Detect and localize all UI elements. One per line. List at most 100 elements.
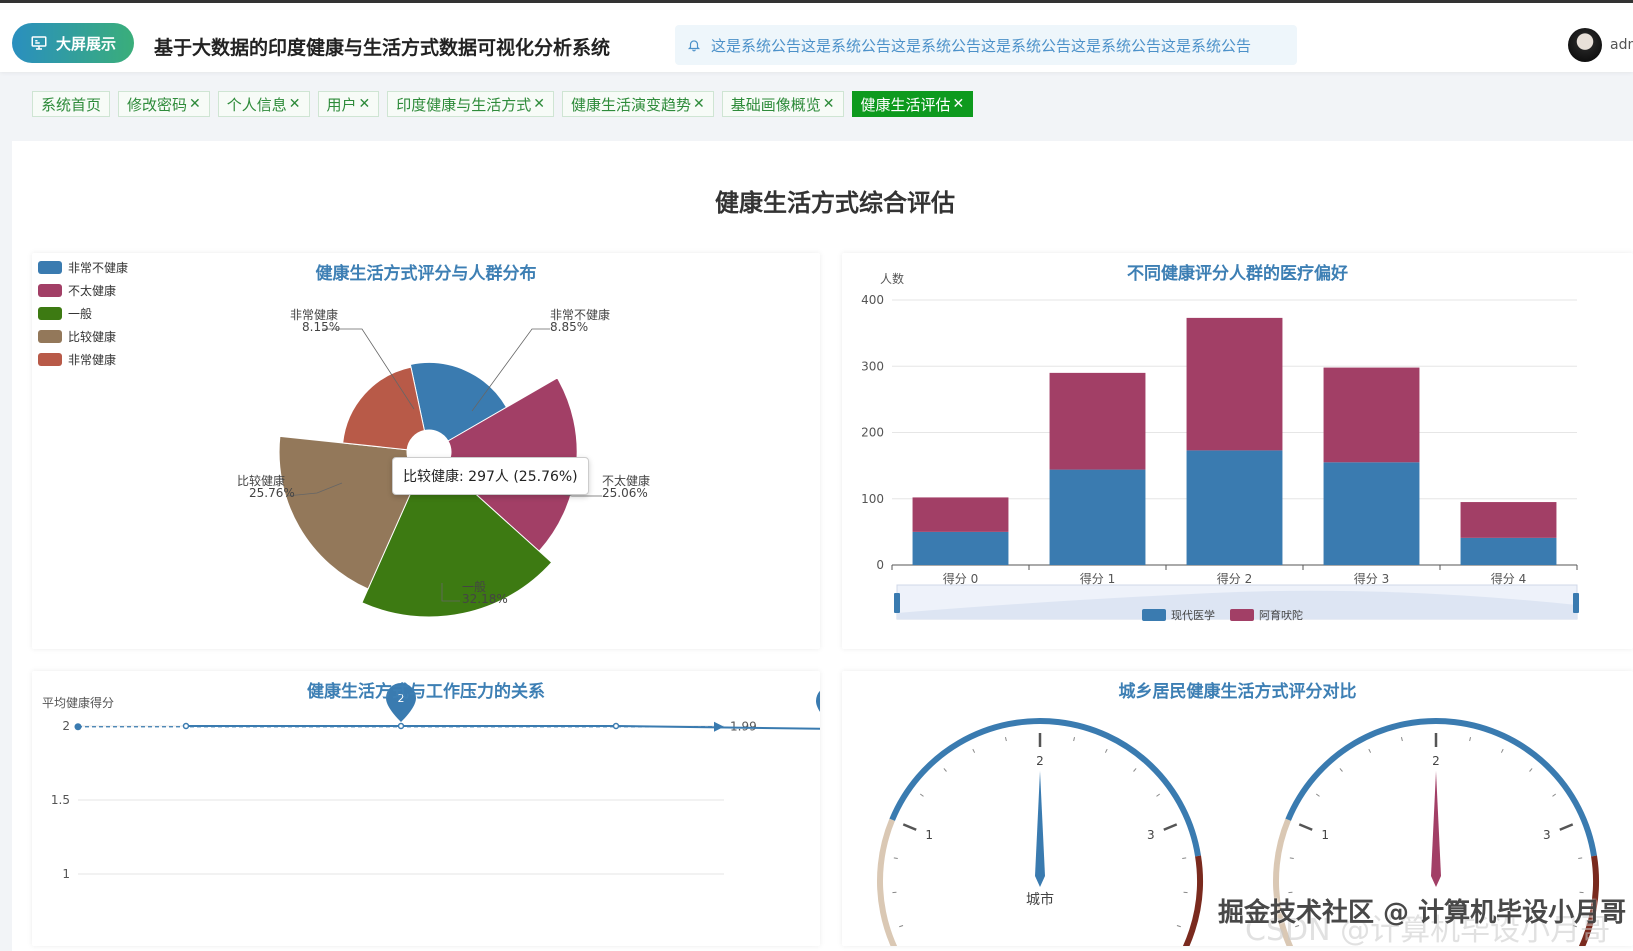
close-icon[interactable]: ✕ — [823, 96, 835, 112]
screen-icon — [31, 36, 47, 50]
gauge-minor-tick — [1469, 736, 1472, 742]
tab-bar: 系统首页 修改密码 ✕ 个人信息 ✕ 用户 ✕ 印度健康与生活方式 ✕ 健康生活演变趋势 ✕ 基础画像… — [32, 91, 974, 117]
tab-3[interactable]: 用户 ✕ — [317, 91, 380, 117]
tab-label: 系统首页 — [41, 95, 102, 114]
tab-6[interactable]: 基础画像概览 ✕ — [721, 91, 844, 117]
rose-chart-title: 健康生活方式评分与人群分布 — [315, 264, 537, 284]
close-icon[interactable]: ✕ — [359, 96, 371, 112]
gauge-minor-tick — [1004, 736, 1007, 742]
legend-item[interactable]: 非常不健康 — [38, 259, 128, 276]
close-icon[interactable]: ✕ — [533, 96, 545, 112]
bar-chart[interactable]: 人数0100200300400得分 0 得分 1 得分 2 得分 3 得分 4现代医学阿… — [842, 253, 1633, 649]
legend-label: 非常不健康 — [68, 261, 129, 275]
legend-swatch — [38, 284, 62, 297]
data-point — [182, 722, 190, 730]
gauge-minor-tick — [1578, 857, 1583, 859]
data-point — [397, 722, 405, 730]
legend-swatch — [38, 307, 62, 320]
close-icon[interactable]: ✕ — [693, 96, 705, 112]
y-tick-label: 0 — [876, 558, 884, 572]
tab-5[interactable]: 健康生活演变趋势 ✕ — [562, 91, 714, 117]
x-tick-label: 得分 3 — [1354, 571, 1389, 586]
gauge-tick-label: 3 — [1543, 828, 1551, 842]
legend-swatch — [38, 353, 62, 366]
legend-item[interactable]: 比较健康 — [38, 328, 116, 345]
legend-label: 非常健康 — [68, 353, 117, 367]
y-tick-label: 100 — [861, 492, 884, 506]
big-screen-button[interactable]: 大屏展示 — [12, 23, 134, 63]
legend-label: 比较健康 — [68, 330, 117, 344]
gauge-minor-tick — [899, 925, 904, 928]
gauge-minor-tick — [1073, 736, 1076, 742]
gauge-minor-tick — [1500, 748, 1504, 753]
tab-label: 印度健康与生活方式 — [396, 95, 532, 114]
bar-segment — [1323, 462, 1420, 565]
tab-label: 健康生活评估 — [860, 95, 951, 114]
gauge-minor-tick — [919, 793, 924, 797]
line-chart-panel: 平均健康得分11.521.9921.98 健康生活方式与工作压力的关系 — [32, 671, 820, 946]
watermark: 掘金技术社区 @ 计算机毕设小月哥 — [1218, 898, 1627, 928]
rose-slice — [342, 366, 426, 451]
rose-chart-panel: 非常健康 8.15% 非常不健康 8.85% 比较健康 25.76% 不太健康 25.06% 一… — [32, 253, 820, 649]
gauge-minor-tick — [1133, 768, 1137, 772]
gauge-tick-label: 1 — [1321, 828, 1329, 842]
legend-item[interactable]: 非常健康 — [38, 351, 116, 368]
legend-item[interactable]: 一般 — [38, 305, 92, 322]
gauge-major-tick — [1163, 823, 1178, 831]
big-screen-label: 大屏展示 — [55, 34, 116, 53]
bar-chart-panel: 人数 0 100 200 300 400 得分 0 得分 1 得分 2 得分 3 得分 4 现代医学阿… — [842, 253, 1633, 649]
tab-label: 修改密码 — [127, 95, 188, 114]
gauge-tick-label: 2 — [1432, 754, 1440, 768]
tab-0[interactable]: 系统首页 — [32, 91, 111, 117]
gauge-band-high — [1182, 855, 1203, 946]
legend-label: 一般 — [68, 307, 93, 321]
legend-item[interactable]: 不太健康 — [38, 282, 116, 299]
bell-icon — [687, 40, 701, 52]
bar-segment — [1460, 502, 1557, 538]
legend-swatch — [38, 330, 62, 343]
gauge-minor-tick — [893, 857, 898, 859]
gauge-minor-tick — [1176, 925, 1181, 928]
close-icon[interactable]: ✕ — [289, 96, 301, 112]
gauge-major-tick — [902, 823, 917, 831]
gauge-minor-tick — [1552, 793, 1557, 797]
close-icon[interactable]: ✕ — [953, 96, 965, 112]
bar-segment — [912, 497, 1009, 532]
gauge-chart-title: 城乡居民健康生活方式评分对比 — [1118, 682, 1357, 702]
bar-segment — [1049, 372, 1146, 470]
slice-percent: 32.18% — [462, 592, 508, 606]
gauge-major-tick — [1298, 823, 1313, 831]
rose-chart[interactable]: 非常健康 8.15% 非常不健康 8.85% 比较健康 25.76% 不太健康 25.06% 一… — [32, 253, 820, 649]
tab-7[interactable]: 健康生活评估 ✕ — [851, 91, 974, 117]
gauge-tick-label: 3 — [1147, 828, 1155, 842]
tab-label: 基础画像概览 — [730, 95, 821, 114]
x-tick-label: 得分 0 — [943, 571, 978, 586]
x-tick-label: 得分 2 — [1217, 571, 1252, 586]
bar-segment — [1186, 317, 1283, 451]
avatar[interactable] — [1568, 28, 1602, 62]
tab-1[interactable]: 修改密码 ✕ — [118, 91, 210, 117]
tab-4[interactable]: 印度健康与生活方式 ✕ — [387, 91, 555, 117]
datazoom-handle-right — [1573, 593, 1579, 613]
gauge-minor-tick — [1529, 768, 1533, 772]
line-chart[interactable]: 平均健康得分11.521.9921.98 — [32, 671, 820, 946]
top-header: 大屏展示 基于大数据的印度健康与生活方式数据可视化分析系统 这是系统公告这是系统… — [0, 0, 1633, 72]
series-line — [186, 725, 820, 730]
y-tick-label: 300 — [861, 359, 884, 373]
bar-segment — [1186, 450, 1283, 565]
tab-label: 个人信息 — [226, 95, 287, 114]
tab-2[interactable]: 个人信息 ✕ — [217, 91, 310, 117]
gauge-minor-tick — [1400, 736, 1403, 742]
slice-percent: 8.15% — [302, 320, 340, 334]
gauge-pointer — [1035, 771, 1045, 887]
y-tick-label: 400 — [861, 293, 884, 307]
legend-swatch — [1230, 609, 1254, 621]
gauge-minor-tick — [1368, 748, 1372, 753]
bar-segment — [912, 531, 1009, 565]
notice-text: 这是系统公告这是系统公告这是系统公告这是系统公告这是系统公告这是系统公告 — [711, 36, 1252, 55]
user-name[interactable]: admin — [1610, 37, 1633, 53]
slice-percent: 8.85% — [550, 320, 588, 334]
system-notice: 这是系统公告这是系统公告这是系统公告这是系统公告这是系统公告这是系统公告 — [675, 25, 1297, 65]
close-icon[interactable]: ✕ — [189, 96, 201, 112]
y-tick-label: 2 — [62, 719, 70, 733]
